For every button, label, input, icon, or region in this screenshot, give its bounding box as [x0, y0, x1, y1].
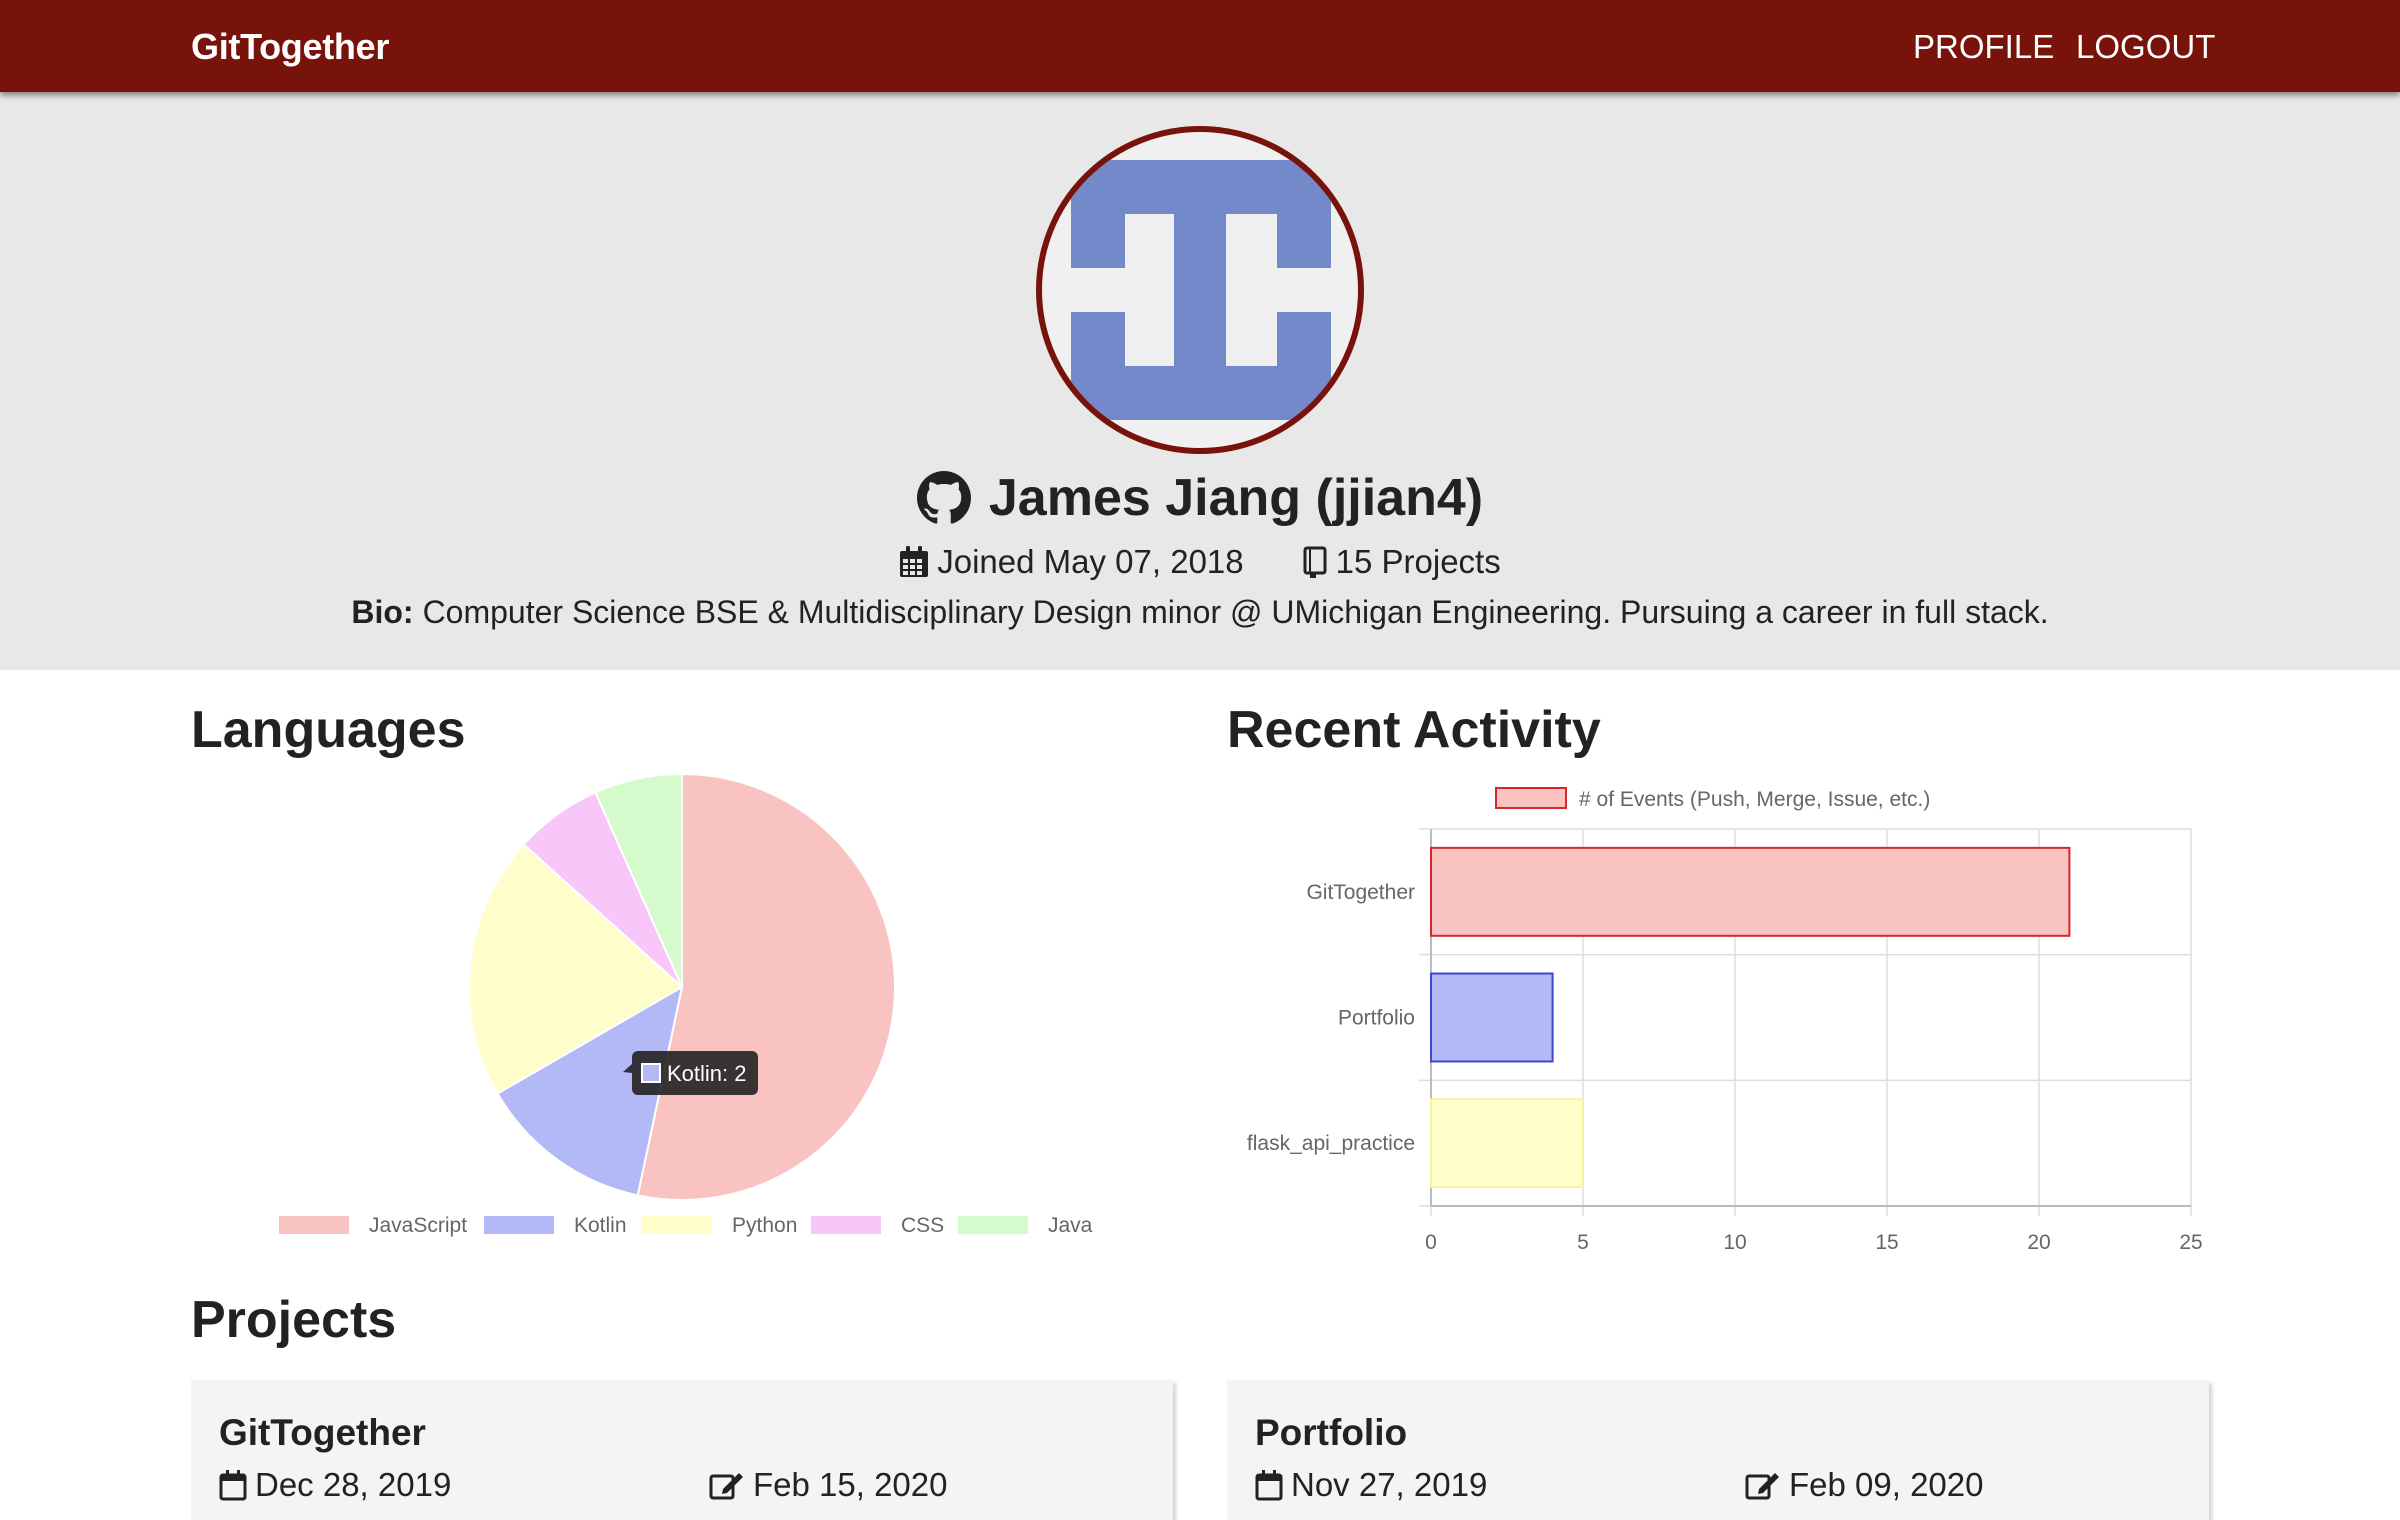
profile-link[interactable]: PROFILE [1913, 28, 2054, 66]
recent-activity-title: Recent Activity [1227, 701, 1601, 759]
x-tick-label: 0 [1425, 1231, 1437, 1254]
legend-swatch [642, 1216, 712, 1234]
legend-label: CSS [901, 1214, 944, 1237]
project-card[interactable]: GitTogether Dec 28, 2019 Feb 15, 2020 [191, 1380, 1173, 1520]
navbar: GitTogether PROFILE LOGOUT [0, 0, 2400, 92]
project-updated-date: Feb 15, 2020 [709, 1466, 948, 1504]
x-tick-label: 20 [2027, 1231, 2050, 1254]
bio: Bio: Computer Science BSE & Multidiscipl… [0, 588, 2400, 636]
book-icon [1302, 546, 1328, 578]
legend-swatch [958, 1216, 1028, 1234]
project-title[interactable]: GitTogether [219, 1412, 426, 1454]
activity-bar-portfolio[interactable] [1430, 972, 1554, 1063]
legend-swatch [1495, 787, 1567, 809]
tooltip-label: Kotlin: 2 [667, 1061, 747, 1086]
created-date-text: Dec 28, 2019 [255, 1466, 452, 1503]
profile-meta: Joined May 07, 2018 15 Projects [0, 538, 2400, 586]
joined-date: Joined May 07, 2018 [899, 543, 1244, 581]
chart-tooltip: Kotlin: 2 [623, 1051, 758, 1095]
project-created-date: Dec 28, 2019 [219, 1466, 451, 1504]
legend-label: Kotlin [574, 1214, 627, 1237]
avatar [1036, 126, 1364, 454]
project-card[interactable]: Portfolio Nov 27, 2019 Feb 09, 2020 [1227, 1380, 2209, 1520]
legend-label: Python [732, 1214, 797, 1237]
updated-date-text: Feb 09, 2020 [1789, 1466, 1984, 1503]
x-tick-label: 15 [1875, 1231, 1898, 1254]
legend-label: Java [1048, 1214, 1093, 1237]
project-title[interactable]: Portfolio [1255, 1412, 1407, 1454]
legend-swatch [484, 1216, 554, 1234]
y-tick-label: GitTogether [1306, 881, 1415, 904]
calendar-outline-icon [1255, 1469, 1283, 1501]
project-created-date: Nov 27, 2019 [1255, 1466, 1487, 1504]
profile-name: James Jiang (jjian4) [988, 469, 1484, 527]
edit-icon [709, 1469, 745, 1501]
profile-name-row: James Jiang (jjian4) [0, 462, 2400, 534]
projects-title: Projects [191, 1291, 397, 1349]
x-tick-label: 10 [1723, 1231, 1746, 1254]
x-tick-label: 25 [2179, 1231, 2202, 1254]
legend-label: # of Events (Push, Merge, Issue, etc.) [1579, 788, 1930, 811]
joined-text: Joined May 07, 2018 [937, 543, 1244, 580]
x-tick-label: 5 [1577, 1231, 1589, 1254]
y-tick-label: Portfolio [1338, 1007, 1415, 1030]
logout-link[interactable]: LOGOUT [2076, 28, 2215, 66]
avatar-identicon [1071, 160, 1331, 420]
bio-text: Computer Science BSE & Multidisciplinary… [422, 593, 2049, 630]
bio-label: Bio: [351, 593, 414, 630]
calendar-icon [899, 546, 929, 578]
languages-title: Languages [191, 701, 466, 759]
calendar-outline-icon [219, 1469, 247, 1501]
legend-swatch [811, 1216, 881, 1234]
projects-count: 15 Projects [1302, 543, 1501, 581]
brand-link[interactable]: GitTogether [191, 26, 389, 68]
activity-bar-gittogether[interactable] [1430, 846, 2071, 937]
y-tick-label: flask_api_practice [1247, 1132, 1415, 1155]
edit-icon [1745, 1469, 1781, 1501]
projects-count-text: 15 Projects [1335, 543, 1501, 580]
languages-pie-chart[interactable]: JavaScript Kotlin Python CSS Java Kotlin: 2 [191, 760, 1181, 1260]
github-icon[interactable] [916, 471, 971, 525]
created-date-text: Nov 27, 2019 [1291, 1466, 1488, 1503]
updated-date-text: Feb 15, 2020 [753, 1466, 948, 1503]
activity-bar-flask_api_practice[interactable] [1430, 1098, 1584, 1189]
legend-label: JavaScript [369, 1214, 467, 1237]
legend-swatch [279, 1216, 349, 1234]
project-updated-date: Feb 09, 2020 [1745, 1466, 1984, 1504]
recent-activity-bar-chart[interactable]: # of Events (Push, Merge, Issue, etc.) 0… [1227, 760, 2227, 1260]
